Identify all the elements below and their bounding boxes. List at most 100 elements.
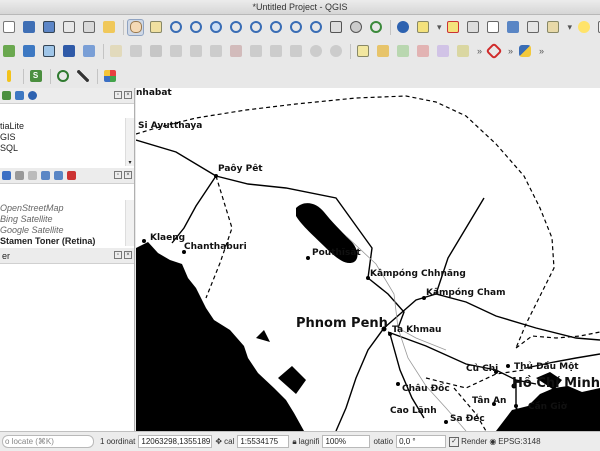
label-move-icon[interactable] <box>414 43 431 60</box>
panel-float-icon[interactable]: ▫ <box>114 91 122 99</box>
new-project-icon[interactable] <box>0 19 17 36</box>
label-tool-icon[interactable] <box>354 43 371 60</box>
toggle-editing-icon[interactable] <box>107 43 124 60</box>
layer-item-stamen-toner[interactable]: Stamen Toner (Retina) <box>0 236 134 247</box>
expand-all-icon[interactable] <box>41 171 50 180</box>
digitizing-hex-icon[interactable] <box>485 42 503 60</box>
save-edits-icon[interactable] <box>147 43 164 60</box>
new-map-view-icon[interactable] <box>327 19 344 36</box>
cut-features-icon[interactable] <box>247 43 264 60</box>
save-as-icon[interactable] <box>40 19 57 36</box>
temporal-controller-icon[interactable] <box>347 19 364 36</box>
tools-icon[interactable] <box>74 68 91 85</box>
panel-close-icon[interactable]: × <box>124 171 132 179</box>
filter-legend-icon[interactable] <box>15 171 24 180</box>
render-checkbox[interactable]: ✓ <box>449 436 460 447</box>
style-manager-icon[interactable] <box>100 19 117 36</box>
save-project-icon[interactable] <box>20 19 37 36</box>
tips-icon[interactable] <box>575 19 592 36</box>
modify-attributes-icon[interactable] <box>207 43 224 60</box>
browser-scrollbar[interactable]: ▾ <box>125 118 134 166</box>
label-rotate-icon[interactable] <box>434 43 451 60</box>
collapse-all-icon[interactable] <box>54 171 63 180</box>
crs-globe-icon[interactable]: ◉ <box>489 437 496 446</box>
label-pin-icon[interactable] <box>374 43 391 60</box>
layers-scrollbar[interactable] <box>125 200 134 246</box>
magnifier-field[interactable]: 100% <box>322 435 371 448</box>
add-vector-layer-icon[interactable] <box>0 43 17 60</box>
color-grid-icon[interactable] <box>101 68 118 85</box>
remove-layer-icon[interactable] <box>67 171 76 180</box>
layer-style-icon[interactable] <box>2 171 11 180</box>
snap-icon[interactable]: ✥ <box>215 437 222 446</box>
panel-float-icon[interactable]: ▫ <box>114 251 122 259</box>
search-icon[interactable] <box>54 68 71 85</box>
measure-dropdown-icon[interactable]: ▾ <box>568 22 573 33</box>
copy-features-icon[interactable] <box>267 43 284 60</box>
scale-field[interactable]: 1:5534175 <box>237 435 290 448</box>
python-console-icon[interactable] <box>516 43 533 60</box>
current-edits-icon[interactable] <box>127 43 144 60</box>
script-icon[interactable]: S <box>27 68 44 85</box>
crs-label[interactable]: EPSG:3148 <box>498 437 540 446</box>
layer-item-google-satellite[interactable]: Google Satellite <box>0 225 134 236</box>
layout-manager-icon[interactable] <box>80 19 97 36</box>
identify-icon[interactable] <box>394 19 411 36</box>
locator-search-input[interactable]: o locate (⌘K) <box>2 435 94 448</box>
text-annotation-icon[interactable] <box>595 19 600 36</box>
add-raster-layer-icon[interactable] <box>20 43 37 60</box>
pan-to-selection-icon[interactable] <box>147 19 164 36</box>
layer-item-bing-satellite[interactable]: Bing Satellite <box>0 214 134 225</box>
select-by-expression-icon[interactable] <box>465 19 482 36</box>
refresh-icon[interactable] <box>2 91 11 100</box>
measure-icon[interactable] <box>545 19 562 36</box>
zoom-selection-icon[interactable] <box>227 19 244 36</box>
undo-icon[interactable] <box>307 43 324 60</box>
panel-close-icon[interactable]: × <box>124 91 132 99</box>
panel-float-icon[interactable]: ▫ <box>114 171 122 179</box>
info-icon[interactable] <box>28 91 37 100</box>
print-layout-icon[interactable] <box>60 19 77 36</box>
expression-filter-icon[interactable] <box>28 171 37 180</box>
select-feature-icon[interactable] <box>414 19 431 36</box>
add-mesh-layer-icon[interactable] <box>40 43 57 60</box>
label-change-icon[interactable] <box>454 43 471 60</box>
refresh-icon[interactable] <box>367 19 384 36</box>
coordinate-field[interactable]: 12063298,1355189 <box>138 435 213 448</box>
lock-scale-icon[interactable]: 🔒︎ <box>292 437 296 447</box>
zoom-next-icon[interactable] <box>307 19 324 36</box>
panel-close-icon[interactable]: × <box>124 251 132 259</box>
open-attribute-table-icon[interactable] <box>485 19 502 36</box>
redo-icon[interactable] <box>327 43 344 60</box>
label-highlight-icon[interactable] <box>394 43 411 60</box>
zoom-in-icon[interactable] <box>167 19 184 36</box>
browser-item-mssql[interactable]: SQL <box>0 143 134 154</box>
map-canvas[interactable]: nhabat Si Ayutthaya Paôy Pêt Klaeng Chan… <box>136 88 600 431</box>
add-delimited-text-icon[interactable] <box>60 43 77 60</box>
add-spatialite-icon[interactable] <box>80 43 97 60</box>
more-tools-3-chevron-icon[interactable]: » <box>539 46 544 56</box>
zoom-native-icon[interactable] <box>267 19 284 36</box>
select-dropdown-icon[interactable]: ▾ <box>437 22 442 33</box>
browser-item-postgis[interactable]: GIS <box>0 132 134 143</box>
paste-features-icon[interactable] <box>287 43 304 60</box>
deselect-icon[interactable] <box>445 19 462 36</box>
vertex-tool-icon[interactable] <box>187 43 204 60</box>
layer-item-openstreetmap[interactable]: OpenStreetMap <box>0 203 134 214</box>
more-tools-2-chevron-icon[interactable]: » <box>508 46 513 56</box>
delete-selected-icon[interactable] <box>227 43 244 60</box>
filter-icon[interactable] <box>15 91 24 100</box>
more-tools-chevron-icon[interactable]: » <box>477 46 482 56</box>
rotation-field[interactable]: 0,0 ° <box>396 435 447 448</box>
statistics-icon[interactable] <box>505 19 522 36</box>
field-calculator-icon[interactable] <box>525 19 542 36</box>
browser-item-spatialite[interactable]: tiaLite <box>0 121 134 132</box>
zoom-full-icon[interactable] <box>207 19 224 36</box>
zoom-last-icon[interactable] <box>287 19 304 36</box>
pan-hand-icon[interactable] <box>127 18 144 36</box>
message-count-badge[interactable]: 1 <box>100 437 104 446</box>
zoom-layer-icon[interactable] <box>247 19 264 36</box>
digitize-icon[interactable] <box>167 43 184 60</box>
zoom-out-icon[interactable] <box>187 19 204 36</box>
plugin-left-icon[interactable] <box>0 68 17 85</box>
